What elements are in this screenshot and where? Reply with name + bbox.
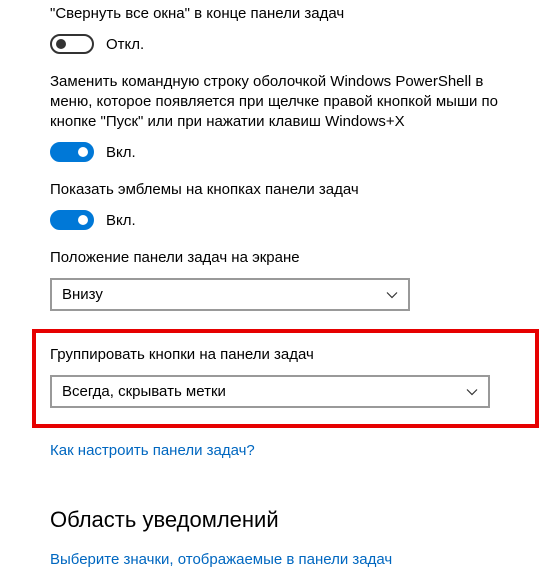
highlight-grouping: Группировать кнопки на панели задач Всег… [32,329,539,428]
toggle-row-badges: Вкл. [50,210,521,230]
dropdown-grouping[interactable]: Всегда, скрывать метки [50,375,490,408]
setting-badges-label: Показать эмблемы на кнопках панели задач [50,180,521,200]
dropdown-position[interactable]: Внизу [50,278,410,311]
setting-powershell-label: Заменить командную строку оболочкой Wind… [50,72,521,132]
setting-badges: Показать эмблемы на кнопках панели задач… [50,180,521,230]
toggle-peek[interactable] [50,34,94,54]
toggle-knob [78,147,88,157]
toggle-knob [78,215,88,225]
setting-powershell: Заменить командную строку оболочкой Wind… [50,72,521,162]
toggle-powershell-state: Вкл. [106,144,136,161]
chevron-down-icon [466,386,478,398]
toggle-badges-state: Вкл. [106,212,136,229]
toggle-badges[interactable] [50,210,94,230]
link-how-to-customize[interactable]: Как настроить панели задач? [50,442,255,459]
setting-position: Положение панели задач на экране Внизу [50,248,521,311]
toggle-powershell[interactable] [50,142,94,162]
setting-peek-label: "Свернуть все окна" в конце панели задач [50,4,521,24]
link-select-icons[interactable]: Выберите значки, отображаемые в панели з… [50,551,392,568]
toggle-knob [56,39,66,49]
chevron-down-icon [386,289,398,301]
setting-position-label: Положение панели задач на экране [50,248,521,268]
dropdown-position-value: Внизу [62,286,103,303]
setting-grouping-label: Группировать кнопки на панели задач [50,345,521,365]
dropdown-grouping-value: Всегда, скрывать метки [62,383,226,400]
heading-notification-area: Область уведомлений [50,507,521,533]
setting-peek: "Свернуть все окна" в конце панели задач… [50,4,521,54]
toggle-row-powershell: Вкл. [50,142,521,162]
toggle-peek-state: Откл. [106,36,144,53]
toggle-row-peek: Откл. [50,34,521,54]
